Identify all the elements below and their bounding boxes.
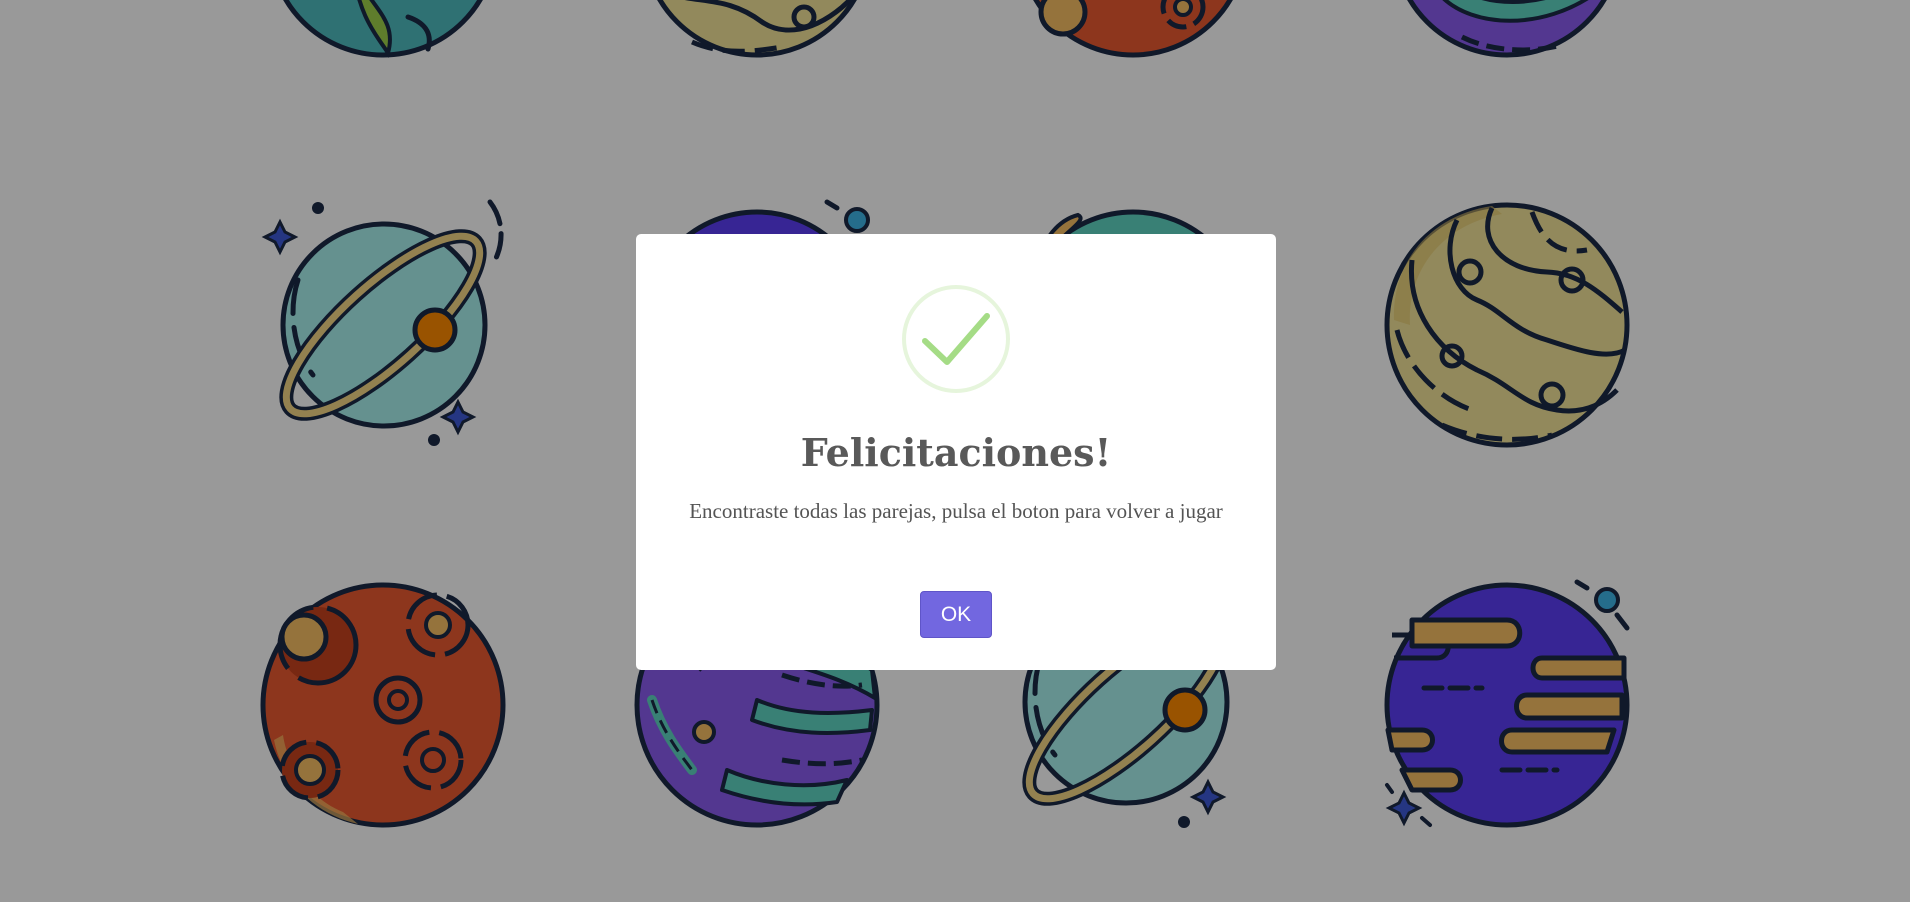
success-check-icon: [902, 285, 1010, 393]
dialog-title: Felicitaciones!: [800, 430, 1112, 475]
ok-button[interactable]: OK: [920, 591, 992, 638]
dialog-message: Encontraste todas las parejas, pulsa el …: [689, 499, 1223, 523]
success-dialog: Felicitaciones! Encontraste todas las pa…: [636, 234, 1276, 670]
